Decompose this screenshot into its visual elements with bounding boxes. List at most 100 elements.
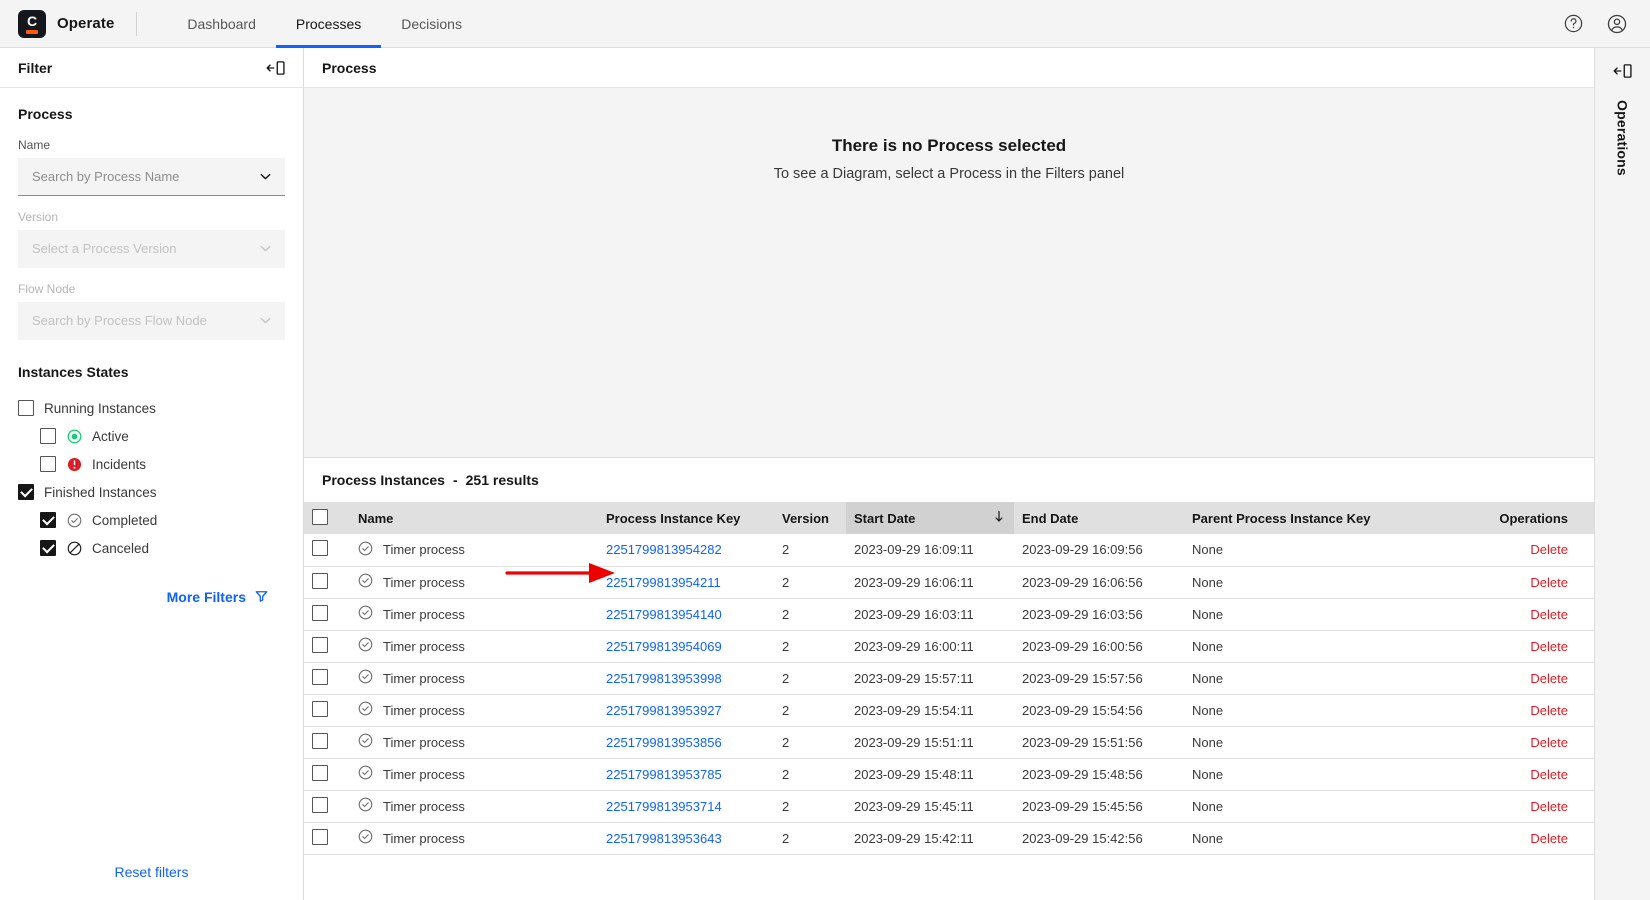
table-row[interactable]: Timer process 2251799813953856 2 2023-09-29… xyxy=(304,726,1594,759)
row-checkbox[interactable] xyxy=(312,764,328,781)
checkbox-canceled[interactable]: Canceled xyxy=(18,534,285,562)
header-version[interactable]: Version xyxy=(774,502,846,534)
collapse-panel-icon[interactable] xyxy=(265,59,287,77)
process-instance-key-link[interactable]: 2251799813953643 xyxy=(606,831,722,846)
flow-node-select[interactable]: Search by Process Flow Node xyxy=(18,302,285,340)
delete-button[interactable]: Delete xyxy=(1530,831,1568,846)
table-row[interactable]: Timer process 2251799813953927 2 2023-09-29… xyxy=(304,694,1594,727)
delete-button[interactable]: Delete xyxy=(1530,607,1568,622)
table-row[interactable]: Timer process 2251799813954211 2 2023-09-29… xyxy=(304,566,1594,599)
checkbox-finished-instances[interactable]: Finished Instances xyxy=(18,478,285,506)
table-row[interactable]: Timer process 2251799813953785 2 2023-09-29… xyxy=(304,758,1594,791)
process-instance-key-link[interactable]: 2251799813953927 xyxy=(606,703,722,718)
cell-name: Timer process xyxy=(350,662,598,695)
process-instances-panel: Process Instances - 251 results Name Pro… xyxy=(304,458,1594,900)
table-header: Name Process Instance Key Version Start … xyxy=(304,502,1594,534)
delete-button[interactable]: Delete xyxy=(1530,703,1568,718)
delete-button[interactable]: Delete xyxy=(1530,575,1568,590)
row-select-cell[interactable] xyxy=(304,822,350,855)
delete-button[interactable]: Delete xyxy=(1530,671,1568,686)
user-avatar-icon[interactable] xyxy=(1606,13,1628,35)
process-name: Timer process xyxy=(383,670,465,686)
table-row[interactable]: Timer process 2251799813953643 2 2023-09-29… xyxy=(304,822,1594,855)
checkbox-incidents[interactable]: Incidents xyxy=(18,450,285,478)
row-select-cell[interactable] xyxy=(304,598,350,631)
collapse-panel-icon[interactable] xyxy=(1612,62,1634,80)
header-parent-process-instance-key[interactable]: Parent Process Instance Key xyxy=(1184,502,1412,534)
field-flow-node: Flow Node Search by Process Flow Node xyxy=(18,282,285,340)
row-select-cell[interactable] xyxy=(304,534,350,567)
row-checkbox[interactable] xyxy=(312,540,328,557)
row-checkbox[interactable] xyxy=(312,828,328,845)
cell-name: Timer process xyxy=(350,534,598,567)
row-checkbox[interactable] xyxy=(312,796,328,813)
delete-button[interactable]: Delete xyxy=(1530,735,1568,750)
header-key-label: Process Instance Key xyxy=(606,510,741,526)
row-checkbox[interactable] xyxy=(312,604,328,621)
row-select-cell[interactable] xyxy=(304,662,350,695)
process-instance-key-link[interactable]: 2251799813954282 xyxy=(606,542,722,557)
reset-filters-button[interactable]: Reset filters xyxy=(0,864,303,880)
cell-end-date: 2023-09-29 15:51:56 xyxy=(1014,726,1184,759)
process-instances-table: Name Process Instance Key Version Start … xyxy=(304,502,1594,855)
row-select-cell[interactable] xyxy=(304,790,350,823)
empty-state-title: There is no Process selected xyxy=(831,136,1067,155)
more-filters-button[interactable]: More Filters xyxy=(18,588,285,606)
process-instance-key-link[interactable]: 2251799813953785 xyxy=(606,767,722,782)
process-name-select[interactable]: Search by Process Name xyxy=(18,158,285,196)
table-row[interactable]: Timer process 2251799813954140 2 2023-09-29… xyxy=(304,598,1594,631)
header-start-date[interactable]: Start Date xyxy=(846,502,1014,534)
row-select-cell[interactable] xyxy=(304,694,350,727)
process-instance-key-link[interactable]: 2251799813953856 xyxy=(606,735,722,750)
cell-process-instance-key: 2251799813953785 xyxy=(598,758,774,791)
table-row[interactable]: Timer process 2251799813953998 2 2023-09-29… xyxy=(304,662,1594,695)
header-name[interactable]: Name xyxy=(350,502,598,534)
row-checkbox[interactable] xyxy=(312,572,328,589)
process-instance-key-link[interactable]: 2251799813954211 xyxy=(606,575,721,590)
header-end-date[interactable]: End Date xyxy=(1014,502,1184,534)
instances-states-title: Instances States xyxy=(18,364,129,380)
process-name: Timer process xyxy=(383,766,465,782)
cell-end-date: 2023-09-29 15:48:56 xyxy=(1014,758,1184,791)
process-instance-key-link[interactable]: 2251799813954140 xyxy=(606,607,722,622)
completed-icon xyxy=(358,765,373,783)
checkbox-completed[interactable]: Completed xyxy=(18,506,285,534)
delete-button[interactable]: Delete xyxy=(1530,639,1568,654)
completed-icon xyxy=(66,512,82,528)
header-select-all[interactable] xyxy=(304,502,350,534)
cell-end-date: 2023-09-29 16:09:56 xyxy=(1014,534,1184,567)
row-select-cell[interactable] xyxy=(304,566,350,599)
process-instance-key-link[interactable]: 2251799813953714 xyxy=(606,799,722,814)
nav-item-decisions[interactable]: Decisions xyxy=(381,0,482,48)
row-checkbox[interactable] xyxy=(312,732,328,749)
brand[interactable]: C Operate xyxy=(0,9,114,38)
checkbox-running-instances[interactable]: Running Instances xyxy=(18,394,285,422)
process-instance-key-link[interactable]: 2251799813954069 xyxy=(606,639,722,654)
nav-item-dashboard[interactable]: Dashboard xyxy=(167,0,276,48)
cell-operations: Delete xyxy=(1412,566,1594,599)
process-version-select[interactable]: Select a Process Version xyxy=(18,230,285,268)
process-instance-key-link[interactable]: 2251799813953998 xyxy=(606,671,722,686)
row-select-cell[interactable] xyxy=(304,758,350,791)
process-panel-header: Process xyxy=(304,48,1594,88)
cell-version: 2 xyxy=(774,726,846,759)
row-select-cell[interactable] xyxy=(304,630,350,663)
checkbox-active[interactable]: Active xyxy=(18,422,285,450)
help-icon[interactable] xyxy=(1562,13,1584,35)
table-row[interactable]: Timer process 2251799813954069 2 2023-09-29… xyxy=(304,630,1594,663)
row-checkbox[interactable] xyxy=(312,668,328,685)
table-row[interactable]: Timer process 2251799813954282 2 2023-09-29… xyxy=(304,534,1594,567)
header-process-instance-key[interactable]: Process Instance Key xyxy=(598,502,774,534)
cell-start-date: 2023-09-29 16:03:11 xyxy=(846,598,1014,631)
table-row[interactable]: Timer process 2251799813953714 2 2023-09-29… xyxy=(304,790,1594,823)
row-checkbox[interactable] xyxy=(312,700,328,717)
nav-item-processes[interactable]: Processes xyxy=(275,0,382,48)
delete-button[interactable]: Delete xyxy=(1530,542,1568,557)
row-select-cell[interactable] xyxy=(304,726,350,759)
select-all-checkbox[interactable] xyxy=(312,508,328,525)
title-separator: - xyxy=(452,472,458,488)
row-checkbox[interactable] xyxy=(312,636,328,653)
delete-button[interactable]: Delete xyxy=(1530,799,1568,814)
delete-button[interactable]: Delete xyxy=(1530,767,1568,782)
cell-operations: Delete xyxy=(1412,630,1594,663)
